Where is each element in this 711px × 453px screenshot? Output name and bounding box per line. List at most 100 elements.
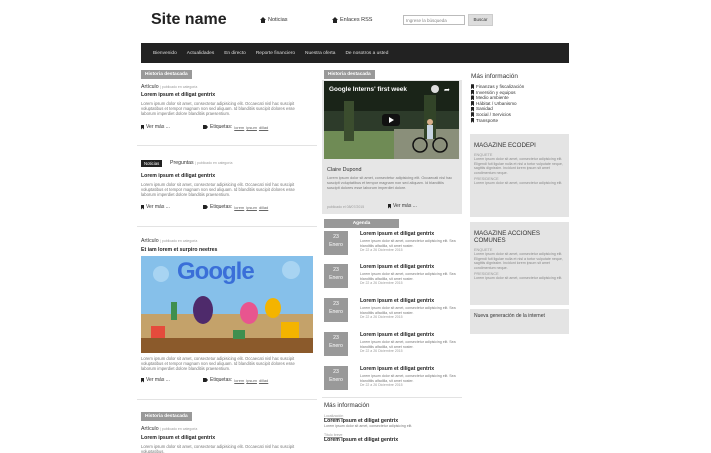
read-more-link[interactable]: Ver más ... [141,204,170,210]
agenda-item[interactable]: 23 Enero Lorem ipsum et diligat gentrix Lo… [324,231,460,264]
agenda-excerpt: Lorem ipsum dolor sit amet, consectetur … [360,306,456,315]
tag-link[interactable]: ipsum [246,125,257,130]
news-badge: Noticias [141,160,163,167]
tag-link[interactable]: dillad [259,378,268,383]
tag-link[interactable]: lorem [234,378,244,383]
home-icon [260,17,266,23]
sidebar-link-label: Transporte [476,117,499,123]
agenda-tag: Agenda [324,219,399,228]
agenda-month: Enero [329,309,343,315]
nav-item-oferta[interactable]: Nuestra oferta [305,51,335,56]
tag-link[interactable]: ipsum [246,205,257,210]
nav-item-actualidades[interactable]: Actualidades [187,51,214,56]
google-wordmark: Google [177,258,255,285]
read-more-link[interactable]: Ver más ... [141,377,170,383]
read-more-label: Ver más ... [393,203,417,209]
date-box: 23 Enero [324,264,348,288]
magazine-title[interactable]: Nueva generación de la internet [474,313,565,319]
agenda-title[interactable]: Lorem ipsum et diligat gentrix [360,298,460,304]
agenda-item[interactable]: 23 Enero Lorem ipsum et diligat gentrix Lo… [324,264,460,298]
date-box: 23 Enero [324,231,348,255]
play-button[interactable] [382,114,400,126]
tag-icon [203,205,208,209]
category-label[interactable]: Artículo [141,238,159,244]
agenda-date: De 22 a 26 Diciembre 2015 [360,315,403,319]
category-label[interactable]: Artículo [141,426,159,432]
video-player[interactable]: Google Interns' first week ➦ [324,81,459,159]
agenda-item[interactable]: 23 Enero Lorem ipsum et diligat gentrix Lo… [324,332,460,366]
article-category: Artículo | publicado en categoría [141,238,197,244]
tag-link[interactable]: dillad [259,205,268,210]
bookmark-icon [471,106,474,112]
article-title[interactable]: Lorem ipsum et diligat gentrix [141,173,215,179]
article-title[interactable]: Lorem ipsum et diligat gentrix [141,92,215,98]
divider [137,399,317,400]
article-category: Artículo | publicado en categoría [141,426,197,432]
date-box: 23 Enero [324,332,348,356]
agenda-excerpt: Lorem ipsum dolor sit amet, consectetur … [360,340,456,349]
magazine-card[interactable]: MAGAZINE ECODEPI ENQUETE Lorem ipsum dol… [470,134,569,217]
doodle-image[interactable]: Google [141,256,313,353]
agenda-month: Enero [329,275,343,281]
news-link[interactable]: Noticias [260,17,288,23]
sidebar-title: Más información [471,73,518,80]
bookmark-icon [471,117,474,123]
agenda-excerpt: Lorem ipsum dolor sit amet, consectetur … [360,374,456,383]
clock-icon[interactable] [431,85,439,93]
magazine-text: Lorem ipsum dolor sit amet, consectetur … [474,252,563,270]
nav-item-bienvenido[interactable]: Bienvenido [153,51,177,56]
agenda-excerpt: Lorem ipsum dolor sit amet, consectetur … [360,239,456,248]
agenda-month: Enero [329,242,343,248]
news-link-label: Noticias [268,17,288,23]
sidebar-link[interactable]: Transporte [471,118,524,124]
bookmark-icon [471,112,474,118]
nav-item-en-directo[interactable]: En directo [224,51,246,56]
share-icon[interactable]: ➦ [444,86,450,94]
tags-line: Etiquetas: lorem ipsum dillad [203,204,268,210]
article-title[interactable]: Et iam lorem et surpiro neetres [141,247,217,253]
tags-line: Etiquetas: lorem ipsum dillad [203,377,268,383]
article-title[interactable]: Lorem ipsum et diligat gentrix [141,435,215,441]
divider [137,226,317,227]
video-author: Claire Dupond [327,167,362,173]
agenda-month: Enero [329,343,343,349]
video-read-more[interactable]: Ver más ... [388,203,417,209]
agenda-item[interactable]: 23 Enero Lorem ipsum et diligat gentrix Lo… [324,298,460,332]
agenda-title[interactable]: Lorem ipsum et diligat gentrix [360,231,460,237]
magazine-text: Lorem ipsum dolor sit amet, consectetur … [474,181,563,186]
article-excerpt: Lorem ipsum dolor sit amet, consectetur … [141,101,295,117]
agenda-title[interactable]: Lorem ipsum et diligat gentrix [360,264,460,270]
bookmark-icon [471,89,474,95]
tag-link[interactable]: lorem [234,205,244,210]
magazine-title[interactable]: MAGAZINE ECODEPI [474,142,565,149]
tags-line: Etiquetas: lorem ipsum dillad [203,124,268,130]
article-meta: | publicado en categoría [160,239,198,243]
magazine-card[interactable]: Nueva generación de la internet [470,309,569,334]
more-info-excerpt: Lorem ipsum dolor sit amet, consectetur … [324,424,413,428]
agenda-title[interactable]: Lorem ipsum et diligat gentrix [360,332,460,338]
category-label[interactable]: Artículo [141,84,159,90]
nav-item-nosotros[interactable]: De nosotros a usted [345,51,388,56]
magazine-title[interactable]: MAGAZINE ACCIONES COMUNES [474,230,565,244]
video-title[interactable]: Google Interns' first week [329,86,407,93]
agenda-month: Enero [329,377,343,383]
tag-link[interactable]: ipsum [246,378,257,383]
tag-link[interactable]: lorem [234,125,244,130]
agenda-item[interactable]: 23 Enero Lorem ipsum et diligat gentrix Lo… [324,366,460,396]
nav-item-reporte[interactable]: Reporte financiero [256,51,295,56]
magazine-card[interactable]: MAGAZINE ACCIONES COMUNES ENQUETE Lorem … [470,222,569,305]
article-meta: | publicado en categoría [160,85,198,89]
read-more-link[interactable]: Ver más ... [141,124,170,130]
agenda-list: 23 Enero Lorem ipsum et diligat gentrix Lo… [324,231,460,396]
site-name[interactable]: Site name [151,11,227,29]
search-button[interactable]: Buscar [468,14,493,26]
article-meta: | publicado en categoría [195,161,233,165]
category-label[interactable]: Preguntas [170,160,194,166]
more-info-item-title[interactable]: Lorem ipsum et diligat gentrix [324,437,460,443]
rss-link[interactable]: Enlaces RSS [332,17,372,23]
divider [137,145,317,146]
agenda-title[interactable]: Lorem ipsum et diligat gentrix [360,366,460,372]
search-input[interactable]: Ingrese la búsqueda [403,15,465,25]
tag-link[interactable]: dillad [259,125,268,130]
agenda-date: De 22 a 26 Diciembre 2015 [360,349,403,353]
